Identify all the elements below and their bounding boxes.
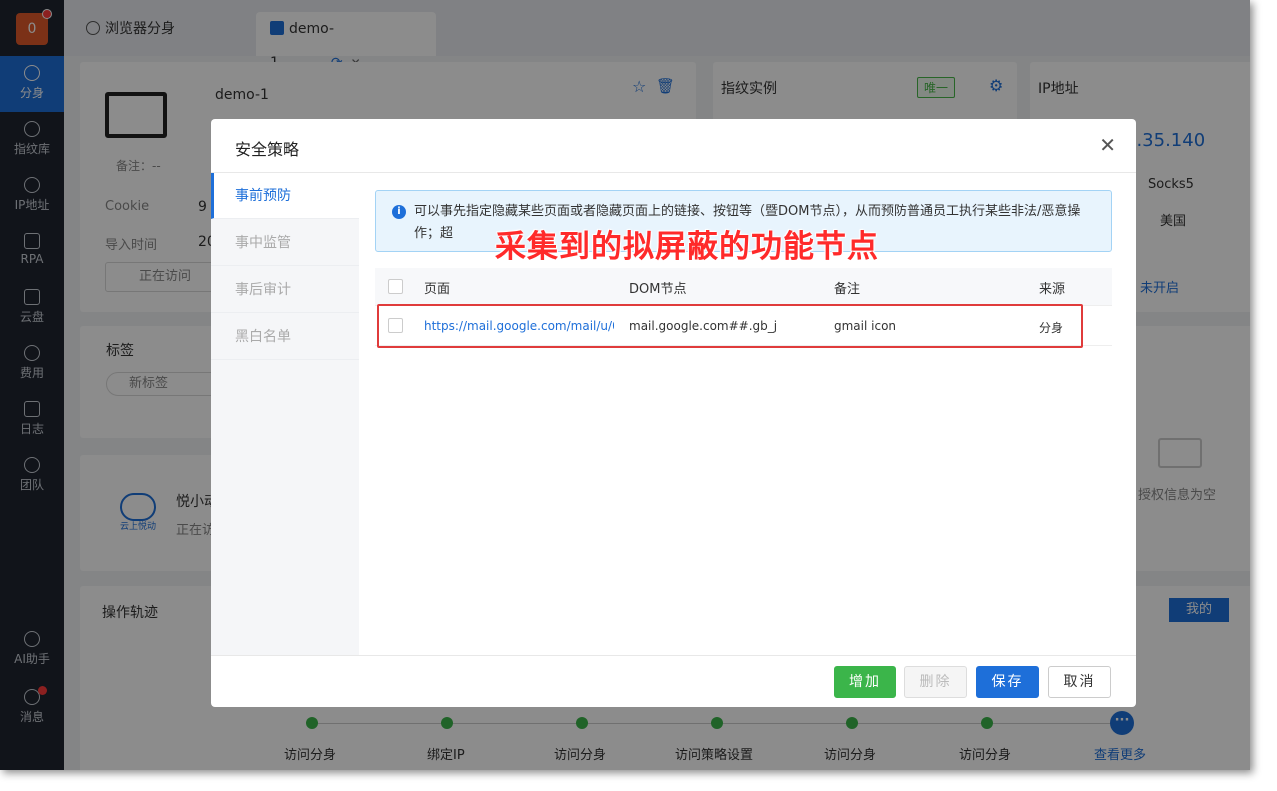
dialog-title: 安全策略 xyxy=(235,140,300,159)
column-header-page: 页面 xyxy=(424,282,451,297)
dialog-header: 安全策略 ✕ xyxy=(211,119,1136,173)
highlight-box xyxy=(377,304,1083,348)
policy-sidebar: 事前预防 事中监管 事后审计 黑白名单 xyxy=(211,173,359,655)
table-header: 页面 DOM节点 备注 来源 xyxy=(375,268,1112,306)
column-header-source: 来源 xyxy=(1039,282,1066,297)
column-header-note: 备注 xyxy=(834,282,861,297)
annotation-callout: 采集到的拟屏蔽的功能节点 xyxy=(495,229,879,265)
select-all-checkbox[interactable] xyxy=(388,279,403,294)
cancel-button[interactable]: 取消 xyxy=(1048,666,1111,698)
add-button[interactable]: 增加 xyxy=(834,666,896,698)
screenshot-frame: 0 分身 指纹库 IP地址 RPA 云盘 费用 日志 团队 AI助手 消息 浏览… xyxy=(0,0,1250,770)
delete-button[interactable]: 删除 xyxy=(904,666,967,698)
policy-tab-audit[interactable]: 事后审计 xyxy=(211,267,359,313)
policy-tab-supervision[interactable]: 事中监管 xyxy=(211,220,359,266)
info-icon: i xyxy=(392,205,406,219)
close-icon[interactable]: ✕ xyxy=(1099,133,1116,157)
dialog-footer: 增加 删除 保存 取消 xyxy=(211,655,1136,707)
security-policy-dialog: 安全策略 ✕ 事前预防 事中监管 事后审计 黑白名单 i 可以事先指定隐藏某些页… xyxy=(211,119,1136,707)
column-header-dom-node: DOM节点 xyxy=(629,282,687,297)
policy-tab-blacklist[interactable]: 黑白名单 xyxy=(211,314,359,360)
policy-tab-prevention[interactable]: 事前预防 xyxy=(211,173,359,219)
save-button[interactable]: 保存 xyxy=(976,666,1039,698)
